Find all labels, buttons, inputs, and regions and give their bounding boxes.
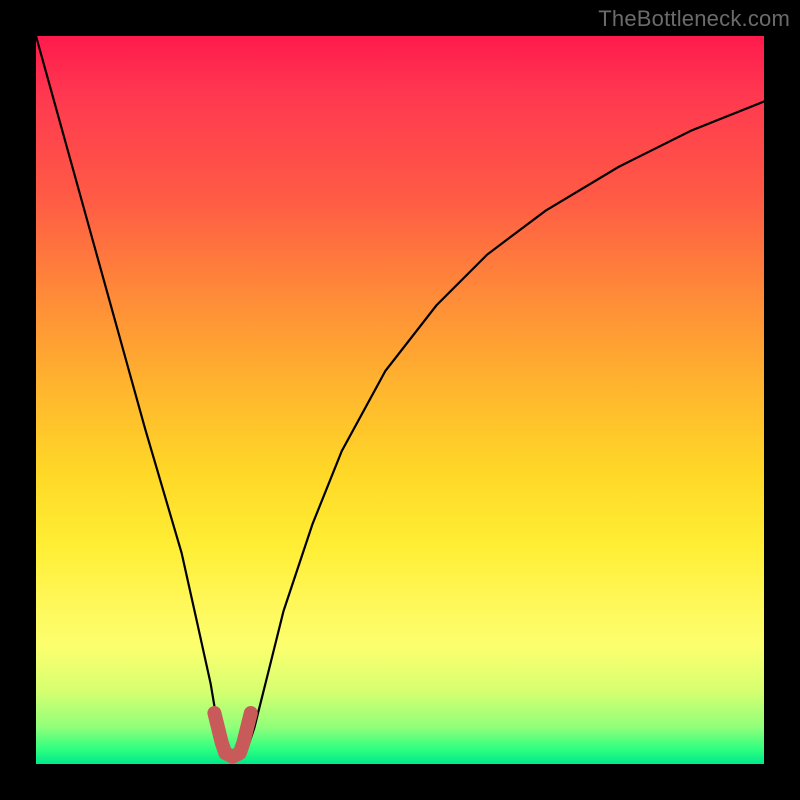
watermark-text: TheBottleneck.com <box>598 6 790 32</box>
optimal-marker-path <box>214 713 250 757</box>
chart-svg <box>36 36 764 764</box>
bottleneck-curve-path <box>36 36 764 757</box>
outer-frame: TheBottleneck.com <box>0 0 800 800</box>
chart-plot-area <box>36 36 764 764</box>
